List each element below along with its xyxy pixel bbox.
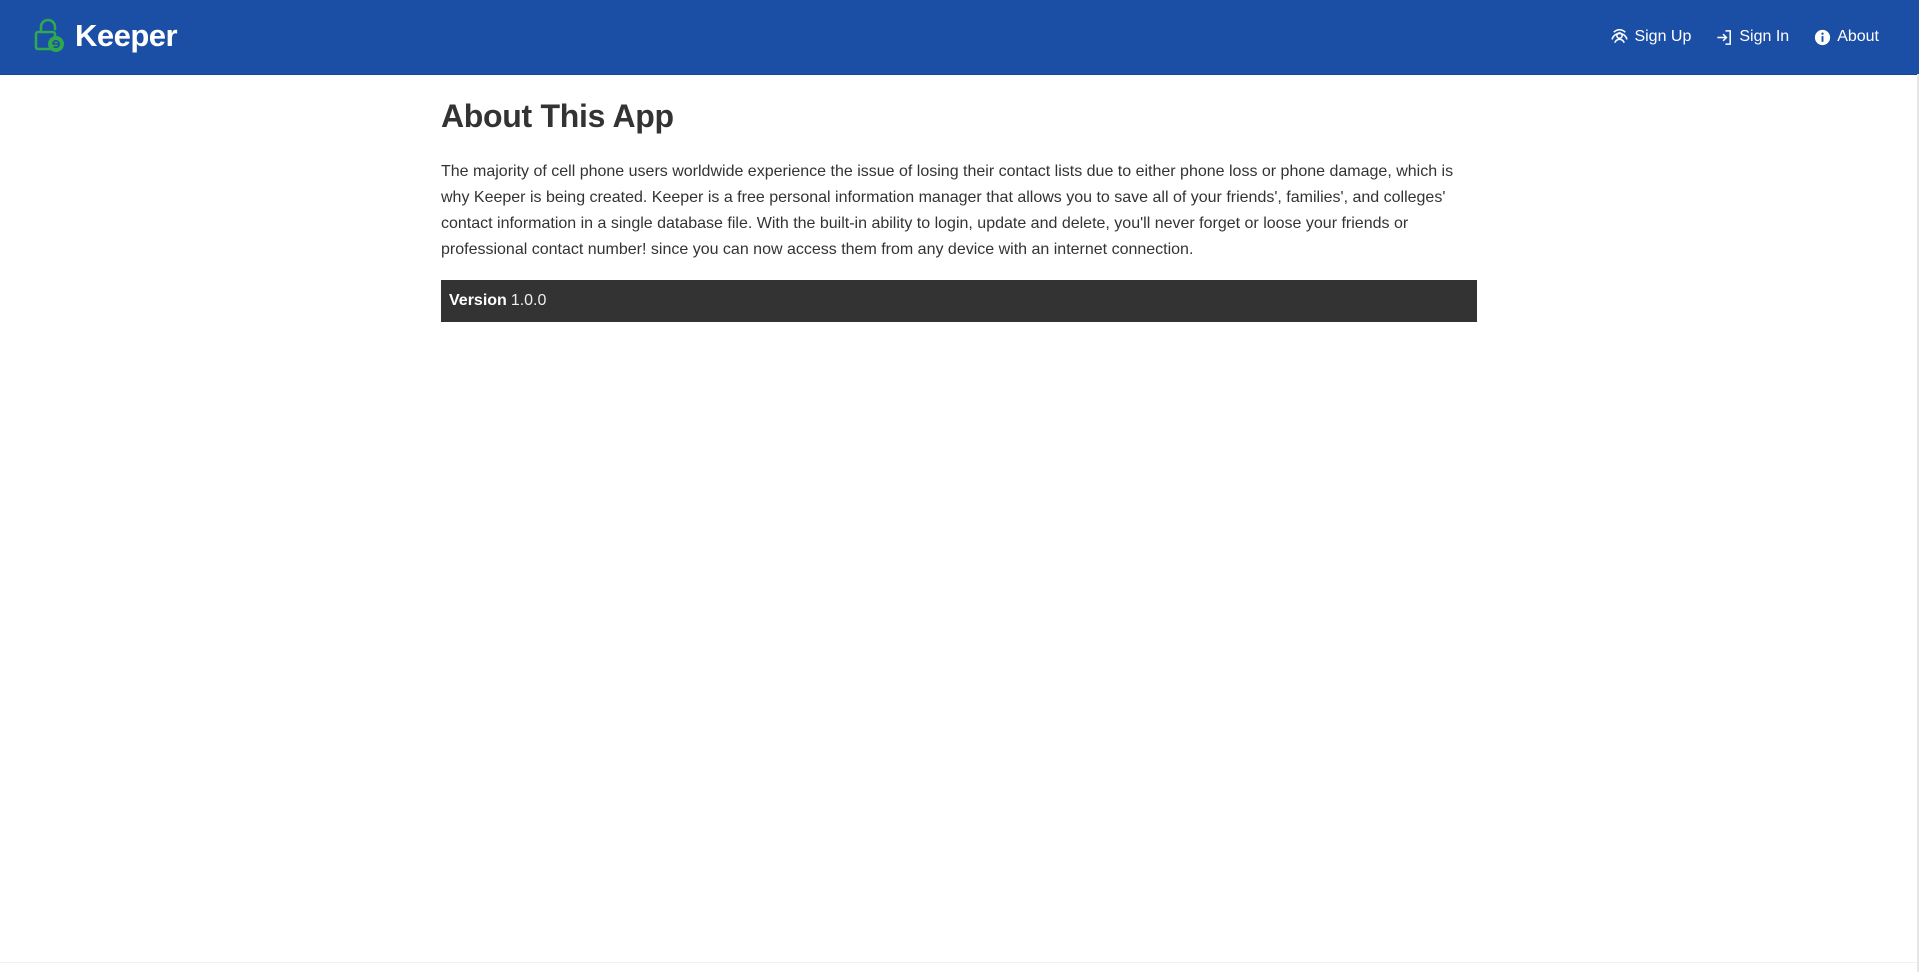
brand-link[interactable]: Keeper xyxy=(33,12,178,60)
bottom-divider xyxy=(0,962,1917,963)
main-nav: Sign Up Sign In About xyxy=(1586,0,1879,74)
nav-sign-up-label: Sign Up xyxy=(1634,28,1692,45)
version-label: Version xyxy=(449,292,507,309)
user-circle-icon xyxy=(1611,28,1629,43)
about-description: The majority of cell phone users worldwi… xyxy=(441,163,1454,258)
lock-icon xyxy=(34,18,64,52)
version-bar: Version 1.0.0 xyxy=(441,280,1477,322)
nav-about[interactable]: About xyxy=(1813,28,1879,47)
main-content: About This App The majority of cell phon… xyxy=(441,74,1477,322)
nav-sign-up[interactable]: Sign Up xyxy=(1610,28,1691,47)
nav-sign-in[interactable]: Sign In xyxy=(1715,28,1789,47)
top-navbar: Keeper Sign Up Sign In About xyxy=(0,0,1919,75)
sign-in-icon xyxy=(1717,29,1732,45)
nav-sign-in-label: Sign In xyxy=(1739,28,1790,45)
info-icon xyxy=(1815,29,1831,45)
version-value: 1.0.0 xyxy=(510,292,547,309)
nav-about-label: About xyxy=(1837,28,1879,45)
app-title: Keeper xyxy=(75,18,178,53)
page-title: About This App xyxy=(441,98,674,134)
page: Keeper Sign Up Sign In About About This … xyxy=(0,0,1919,972)
